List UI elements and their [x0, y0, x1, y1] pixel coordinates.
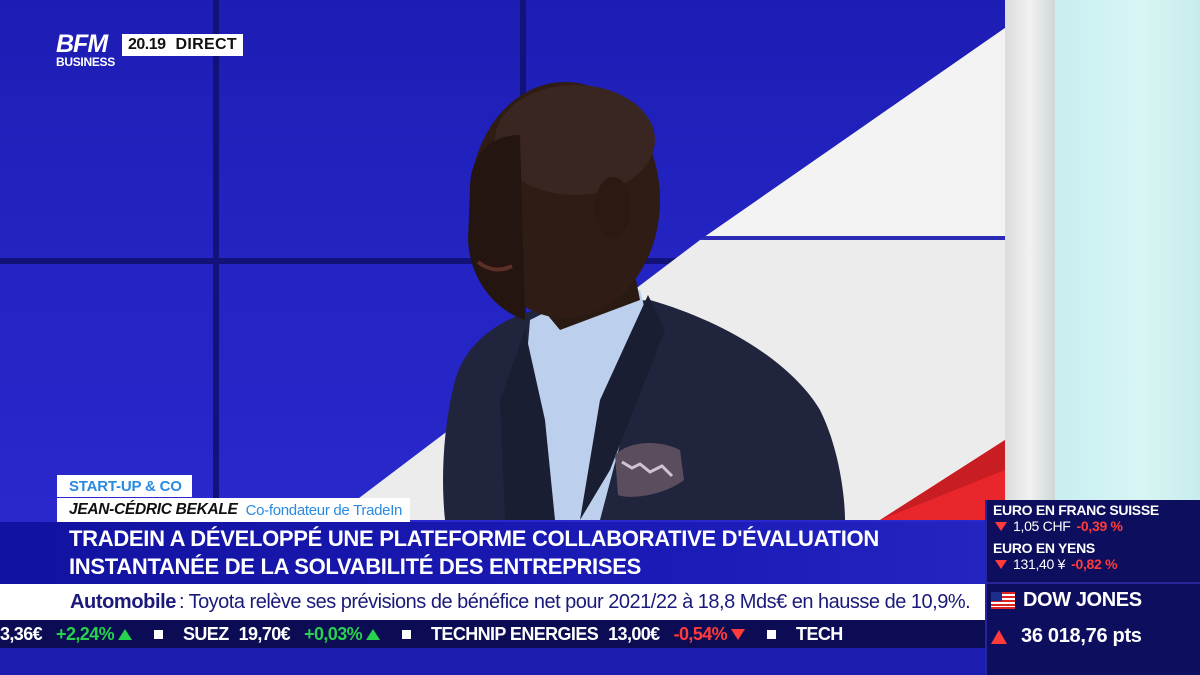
logo-wordmark: BFM	[56, 30, 108, 58]
ticker-separator-icon	[154, 629, 163, 639]
stock-change: +0,03%	[304, 623, 363, 644]
arrow-down-icon	[995, 521, 1007, 531]
index-title: DOW JONES	[1023, 589, 1142, 611]
ticker-separator-icon	[767, 629, 777, 639]
stock-name: SUEZ	[183, 623, 229, 644]
stock-change: +2,24%	[56, 623, 115, 644]
headline-line: TRADEIN A DÉVELOPPÉ UNE PLATEFORME COLLA…	[69, 526, 879, 551]
guest-name-bar: JEAN-CÉDRIC BEKALE Co-fondateur de Trade…	[57, 498, 411, 522]
live-indicator: 20.19 DIRECT	[122, 34, 243, 56]
eur-jpy-title: EURO EN YENS	[993, 540, 1095, 556]
stock-name: TECH	[796, 623, 843, 644]
program-category-tag: START-UP & CO	[57, 475, 192, 497]
arrow-up-icon	[118, 628, 132, 640]
stock-change: -0,54%	[673, 623, 728, 644]
stock-item: TECH	[796, 624, 853, 645]
stock-price: 3,36€	[0, 623, 43, 644]
channel-logo: BFM BUSINESS	[56, 30, 115, 70]
arrow-down-icon	[995, 559, 1007, 569]
us-flag-icon	[991, 592, 1015, 609]
eur-chf-value: 1,05 CHF -0,39 %	[993, 518, 1159, 534]
ticker-separator-icon	[402, 629, 412, 639]
logo-subtitle: BUSINESS	[56, 55, 115, 69]
eur-jpy-price: 131,40 ¥	[1013, 556, 1066, 572]
dow-jones-value: 36 018,76 pts	[991, 625, 1142, 648]
stock-ticker: 3,36€ +2,24% SUEZ 19,70€ +0,03% TECHNIP …	[0, 620, 985, 648]
guest-role: Co-fondateur de TradeIn	[245, 501, 403, 519]
arrow-down-icon	[731, 628, 746, 640]
arrow-up-icon	[366, 628, 381, 640]
news-ticker: Automobile : Toyota relève ses prévision…	[0, 584, 985, 620]
bottom-strip	[0, 648, 985, 675]
guest-name: JEAN-CÉDRIC BEKALE	[69, 501, 238, 518]
headline-line: INSTANTANÉE DE LA SOLVABILITÉ DES ENTREP…	[69, 554, 641, 579]
stock-price: 13,00€	[608, 623, 660, 644]
headline-banner: TRADEIN A DÉVELOPPÉ UNE PLATEFORME COLLA…	[0, 522, 985, 584]
stock-name: TECHNIP ENERGIES	[431, 623, 599, 644]
market-panel: EURO EN FRANC SUISSE 1,05 CHF -0,39 % EU…	[985, 500, 1200, 675]
program-category: START-UP & CO	[69, 477, 182, 495]
live-label: DIRECT	[175, 36, 237, 53]
stock-item: SUEZ 19,70€ +0,03%	[183, 623, 381, 645]
index-value: 36 018,76 pts	[1021, 625, 1142, 647]
eur-jpy-change: -0,82 %	[1071, 556, 1118, 572]
news-category: Automobile	[70, 590, 176, 613]
stock-item: TECHNIP ENERGIES 13,00€ -0,54%	[431, 623, 746, 645]
market-divider	[985, 582, 1200, 584]
eur-chf-block: EURO EN FRANC SUISSE 1,05 CHF -0,39 %	[993, 502, 1159, 534]
eur-jpy-block: EURO EN YENS 131,40 ¥ -0,82 %	[993, 540, 1118, 572]
eur-chf-price: 1,05 CHF	[1013, 518, 1071, 534]
news-text: Toyota relève ses prévisions de bénéfice…	[188, 590, 971, 613]
stock-price: 19,70€	[238, 623, 291, 644]
news-separator: :	[179, 590, 185, 613]
eur-chf-title: EURO EN FRANC SUISSE	[993, 502, 1159, 518]
broadcast-time: 20.19	[128, 36, 166, 53]
eur-chf-change: -0,39 %	[1076, 518, 1123, 534]
arrow-up-icon	[991, 629, 1007, 644]
eur-jpy-value: 131,40 ¥ -0,82 %	[993, 556, 1118, 572]
dow-jones-header: DOW JONES	[991, 589, 1142, 612]
stock-item: 3,36€ +2,24%	[0, 624, 132, 645]
